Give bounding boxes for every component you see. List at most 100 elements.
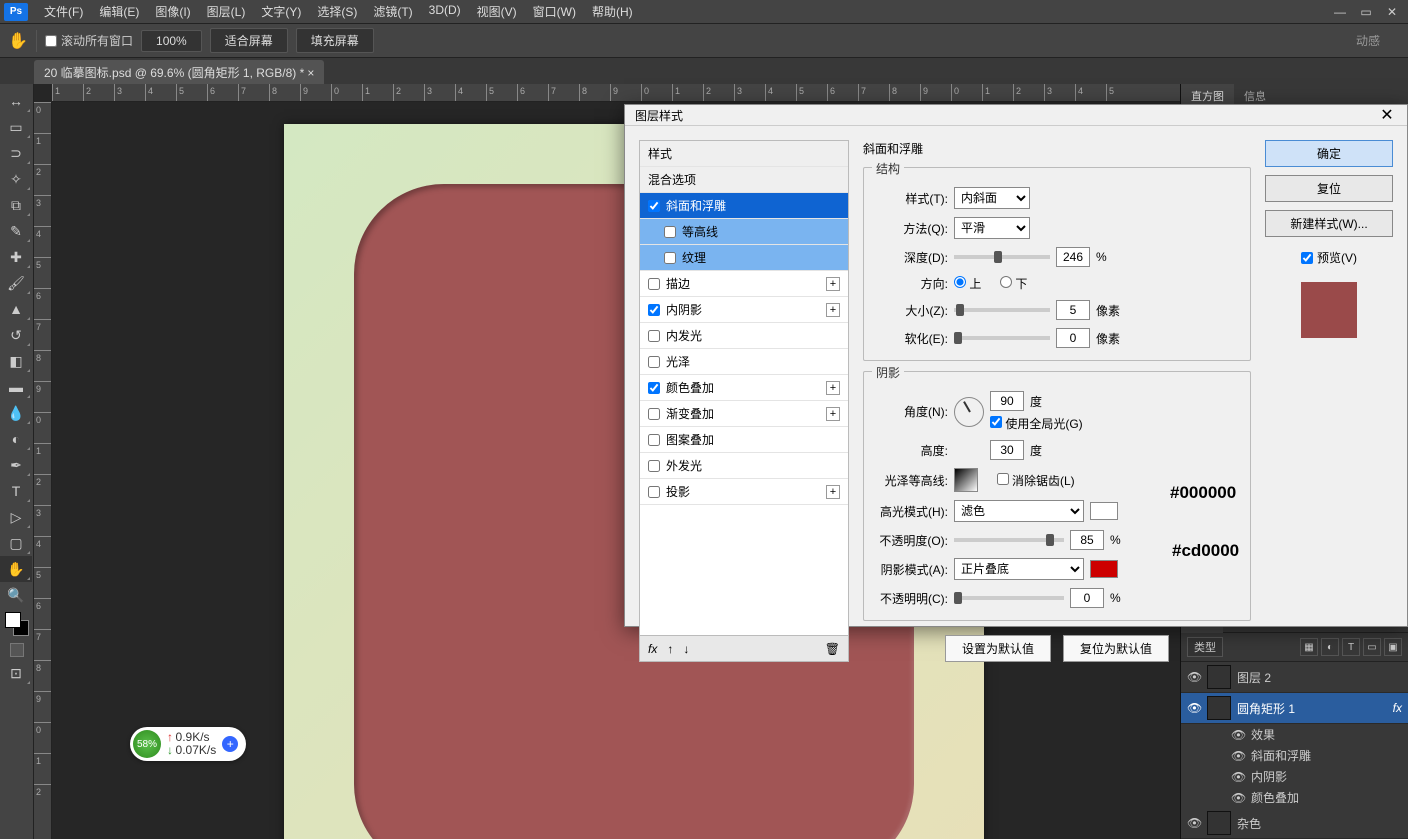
- antialias-checkbox[interactable]: 消除锯齿(L): [997, 472, 1075, 489]
- screen-mode-toggle[interactable]: ⊡: [0, 660, 32, 686]
- style-投影[interactable]: 投影+: [640, 479, 848, 505]
- add-effect-icon[interactable]: +: [826, 277, 840, 291]
- magic-wand-tool[interactable]: ✧: [0, 166, 32, 192]
- close-tab-icon[interactable]: ×: [307, 66, 314, 80]
- style-图案叠加[interactable]: 图案叠加: [640, 427, 848, 453]
- healing-brush-tool[interactable]: ✚: [0, 244, 32, 270]
- add-widget-icon[interactable]: +: [222, 736, 238, 752]
- style-渐变叠加[interactable]: 渐变叠加+: [640, 401, 848, 427]
- menu-文字(Y)[interactable]: 文字(Y): [253, 0, 309, 23]
- network-monitor-widget[interactable]: 58% ↑ 0.9K/s ↓ 0.07K/s +: [130, 727, 246, 761]
- shape-tool[interactable]: ▢: [0, 530, 32, 556]
- make-default-button[interactable]: 设置为默认值: [945, 635, 1051, 662]
- reset-default-button[interactable]: 复位为默认值: [1063, 635, 1169, 662]
- gloss-contour-picker[interactable]: [954, 468, 978, 492]
- scroll-all-windows-checkbox[interactable]: 滚动所有窗口: [45, 32, 133, 49]
- shadow-color-chip[interactable]: [1090, 560, 1118, 578]
- dodge-tool[interactable]: ◐: [0, 426, 32, 452]
- path-selection-tool[interactable]: ▷: [0, 504, 32, 530]
- style-内发光[interactable]: 内发光: [640, 323, 848, 349]
- marquee-tool[interactable]: ▭: [0, 114, 32, 140]
- add-effect-icon[interactable]: +: [826, 407, 840, 421]
- use-global-light-checkbox[interactable]: 使用全局光(G): [990, 415, 1083, 432]
- clone-stamp-tool[interactable]: ▲: [0, 296, 32, 322]
- shadow-opacity-slider[interactable]: [954, 596, 1064, 600]
- ok-button[interactable]: 确定: [1265, 140, 1393, 167]
- visibility-icon[interactable]: 👁: [1187, 816, 1201, 830]
- angle-control[interactable]: [954, 397, 984, 427]
- direction-down-radio[interactable]: 下: [1000, 275, 1027, 292]
- menu-滤镜(T)[interactable]: 滤镜(T): [365, 0, 420, 23]
- shadow-mode-select[interactable]: 正片叠底: [954, 558, 1084, 580]
- effect-row[interactable]: 👁内阴影: [1181, 766, 1408, 787]
- add-effect-icon[interactable]: +: [826, 303, 840, 317]
- highlight-opacity-slider[interactable]: [954, 538, 1064, 542]
- style-外发光[interactable]: 外发光: [640, 453, 848, 479]
- zoom-tool[interactable]: 🔍: [0, 582, 32, 608]
- highlight-mode-select[interactable]: 滤色: [954, 500, 1084, 522]
- effect-row[interactable]: 👁颜色叠加: [1181, 787, 1408, 808]
- fit-screen-button[interactable]: 适合屏幕: [210, 28, 288, 53]
- depth-slider[interactable]: [954, 255, 1050, 259]
- menu-编辑(E)[interactable]: 编辑(E): [91, 0, 147, 23]
- close-button[interactable]: ✕: [1380, 3, 1404, 21]
- soften-slider[interactable]: [954, 336, 1050, 340]
- effect-row[interactable]: 👁斜面和浮雕: [1181, 745, 1408, 766]
- crop-tool[interactable]: ⧉: [0, 192, 32, 218]
- gradient-tool[interactable]: ▬: [0, 374, 32, 400]
- layer-row[interactable]: 👁杂色: [1181, 808, 1408, 839]
- cancel-button[interactable]: 复位: [1265, 175, 1393, 202]
- style-颜色叠加[interactable]: 颜色叠加+: [640, 375, 848, 401]
- move-up-icon[interactable]: ↑: [667, 642, 673, 656]
- restore-button[interactable]: ▭: [1354, 3, 1378, 21]
- menu-窗口(W)[interactable]: 窗口(W): [525, 0, 584, 23]
- bevel-style-select[interactable]: 内斜面: [954, 187, 1030, 209]
- move-tool[interactable]: ↔: [0, 88, 32, 114]
- new-style-button[interactable]: 新建样式(W)...: [1265, 210, 1393, 237]
- lasso-tool[interactable]: ⊃: [0, 140, 32, 166]
- angle-input[interactable]: [990, 391, 1024, 411]
- depth-input[interactable]: [1056, 247, 1090, 267]
- pen-tool[interactable]: ✒: [0, 452, 32, 478]
- minimize-button[interactable]: —: [1328, 3, 1352, 21]
- type-tool[interactable]: T: [0, 478, 32, 504]
- direction-up-radio[interactable]: 上: [954, 275, 981, 292]
- document-tab[interactable]: 20 临摹图标.psd @ 69.6% (圆角矩形 1, RGB/8) * ×: [34, 60, 324, 84]
- eraser-tool[interactable]: ◧: [0, 348, 32, 374]
- highlight-opacity-input[interactable]: [1070, 530, 1104, 550]
- size-input[interactable]: [1056, 300, 1090, 320]
- menu-文件(F)[interactable]: 文件(F): [36, 0, 91, 23]
- style-光泽[interactable]: 光泽: [640, 349, 848, 375]
- color-swatches[interactable]: [5, 612, 29, 636]
- style-等高线[interactable]: 等高线: [640, 219, 848, 245]
- workspace-selector[interactable]: 动感: [1356, 32, 1400, 49]
- eyedropper-tool[interactable]: ✎: [0, 218, 32, 244]
- shadow-opacity-input[interactable]: [1070, 588, 1104, 608]
- technique-select[interactable]: 平滑: [954, 217, 1030, 239]
- brush-tool[interactable]: 🖌: [0, 270, 32, 296]
- hand-tool[interactable]: ✋: [0, 556, 32, 582]
- preview-checkbox[interactable]: 预览(V): [1265, 249, 1393, 266]
- menu-图像(I)[interactable]: 图像(I): [147, 0, 198, 23]
- add-effect-icon[interactable]: +: [826, 485, 840, 499]
- menu-图层(L)[interactable]: 图层(L): [199, 0, 254, 23]
- menu-帮助(H)[interactable]: 帮助(H): [584, 0, 641, 23]
- effect-row[interactable]: 👁效果: [1181, 724, 1408, 745]
- history-brush-tool[interactable]: ↺: [0, 322, 32, 348]
- dialog-titlebar[interactable]: 图层样式 ✕: [625, 105, 1407, 126]
- quick-mask-toggle[interactable]: [10, 643, 24, 657]
- trash-icon[interactable]: 🗑: [825, 642, 840, 656]
- visibility-icon[interactable]: 👁: [1187, 701, 1201, 715]
- menu-视图(V)[interactable]: 视图(V): [469, 0, 525, 23]
- blur-tool[interactable]: 💧: [0, 400, 32, 426]
- add-effect-icon[interactable]: +: [826, 381, 840, 395]
- layer-row[interactable]: 👁圆角矩形 1fx: [1181, 693, 1408, 724]
- menu-选择(S)[interactable]: 选择(S): [309, 0, 365, 23]
- move-down-icon[interactable]: ↓: [683, 642, 689, 656]
- soften-input[interactable]: [1056, 328, 1090, 348]
- menu-3D(D)[interactable]: 3D(D): [421, 0, 469, 23]
- style-纹理[interactable]: 纹理: [640, 245, 848, 271]
- size-slider[interactable]: [954, 308, 1050, 312]
- style-内阴影[interactable]: 内阴影+: [640, 297, 848, 323]
- fx-icon[interactable]: fx: [648, 642, 657, 656]
